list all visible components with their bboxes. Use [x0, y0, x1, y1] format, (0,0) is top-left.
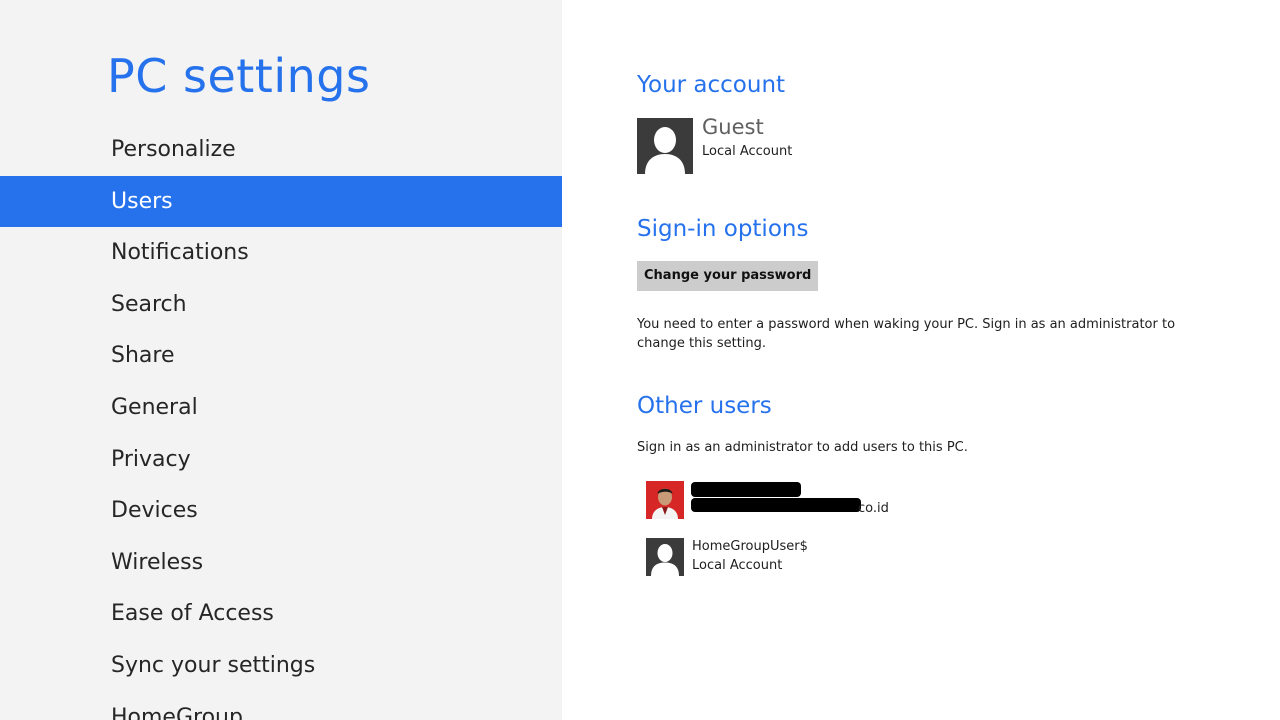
nav-item-homegroup[interactable]: HomeGroup [0, 692, 562, 720]
page-title: PC settings [107, 49, 371, 103]
redacted-email-block [691, 498, 861, 512]
user-silhouette-graphic [646, 538, 684, 576]
user-photo-graphic [646, 481, 684, 519]
pc-settings-window: PC settings Personalize Users Notificati… [0, 0, 1280, 720]
nav-item-privacy[interactable]: Privacy [0, 434, 562, 486]
nav-item-wireless[interactable]: Wireless [0, 537, 562, 589]
other-users-note: Sign in as an administrator to add users… [637, 440, 968, 455]
your-account-heading: Your account [637, 72, 786, 98]
other-user-email-suffix: co.id [858, 501, 889, 516]
other-user-account-type: Local Account [692, 558, 783, 573]
nav-item-users[interactable]: Users [0, 175, 562, 228]
settings-category-list: Personalize Users Notifications Search S… [0, 124, 562, 720]
account-name: Guest [702, 115, 764, 139]
user-silhouette-icon [646, 538, 684, 576]
nav-item-notifications[interactable]: Notifications [0, 227, 562, 279]
user-photo-icon [646, 481, 684, 519]
users-settings-content: Your account Guest Local Account Sign-in… [562, 0, 1280, 720]
nav-item-personalize[interactable]: Personalize [0, 124, 562, 176]
password-policy-note: You need to enter a password when waking… [637, 317, 1176, 351]
user-silhouette-icon [637, 118, 693, 174]
change-password-button[interactable]: Change your password [637, 261, 819, 291]
other-users-heading: Other users [637, 393, 772, 419]
nav-item-search[interactable]: Search [0, 279, 562, 331]
account-type: Local Account [702, 144, 793, 159]
other-user-name: HomeGroupUser$ [692, 539, 808, 554]
nav-item-share[interactable]: Share [0, 330, 562, 382]
other-user-row[interactable]: co.id [642, 479, 1042, 523]
nav-item-general[interactable]: General [0, 382, 562, 434]
sign-in-options-heading: Sign-in options [637, 216, 809, 242]
nav-item-sync-your-settings[interactable]: Sync your settings [0, 640, 562, 692]
nav-item-devices[interactable]: Devices [0, 485, 562, 537]
settings-navigation-pane: PC settings Personalize Users Notificati… [0, 0, 562, 720]
redacted-name-block [691, 482, 801, 497]
other-user-row[interactable]: HomeGroupUser$ Local Account [642, 536, 1042, 580]
nav-item-ease-of-access[interactable]: Ease of Access [0, 588, 562, 640]
account-avatar-graphic [637, 118, 693, 174]
